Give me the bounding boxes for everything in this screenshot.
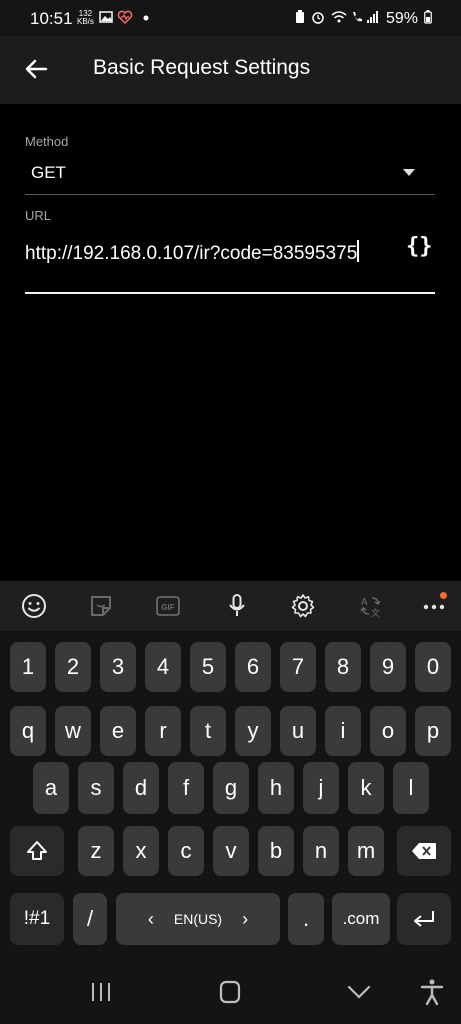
symbols-key[interactable]: !#1 xyxy=(10,893,64,945)
keyboard-toolbar: GIF A 文 xyxy=(0,581,461,631)
url-label: URL xyxy=(25,208,52,223)
key-5[interactable]: 5 xyxy=(190,642,226,692)
keyboard: GIF A 文 1234567890 qwertyuiop asdfghjkl zxc… xyxy=(0,581,461,1024)
text-cursor xyxy=(357,240,360,262)
signal-icon xyxy=(367,11,378,23)
dropdown-arrow-icon[interactable] xyxy=(403,169,415,176)
svg-text:文: 文 xyxy=(371,607,380,618)
key-e[interactable]: e xyxy=(100,706,136,756)
gallery-icon xyxy=(99,11,113,23)
language-left-arrow-icon: ‹ xyxy=(147,908,154,929)
key-u[interactable]: u xyxy=(280,706,316,756)
wifi-icon xyxy=(331,11,347,23)
battery-saver-icon xyxy=(296,10,304,23)
key-f[interactable]: f xyxy=(168,762,204,814)
notification-dot-icon xyxy=(143,15,149,21)
network-speed: 132 KB/s xyxy=(77,9,94,26)
health-heart-icon xyxy=(117,10,133,24)
method-underline xyxy=(25,194,435,195)
key-j[interactable]: j xyxy=(303,762,339,814)
battery-percent: 59% xyxy=(386,10,419,27)
status-bar: 10:51 132 KB/s 59% xyxy=(0,0,461,36)
key-4[interactable]: 4 xyxy=(145,642,181,692)
key-x[interactable]: x xyxy=(123,826,159,876)
key-0[interactable]: 0 xyxy=(415,642,451,692)
key-2[interactable]: 2 xyxy=(55,642,91,692)
key-b[interactable]: b xyxy=(258,826,294,876)
key-c[interactable]: c xyxy=(168,826,204,876)
key-g[interactable]: g xyxy=(213,762,249,814)
wifi-calling-icon xyxy=(353,12,362,22)
key-s[interactable]: s xyxy=(78,762,114,814)
alarm-icon xyxy=(312,12,324,24)
key-m[interactable]: m xyxy=(348,826,384,876)
variables-braces-button[interactable]: {} xyxy=(406,234,433,259)
key-9[interactable]: 9 xyxy=(370,642,406,692)
notification-badge xyxy=(440,592,447,599)
page-title: Basic Request Settings xyxy=(93,56,311,79)
key-v[interactable]: v xyxy=(213,826,249,876)
key-7[interactable]: 7 xyxy=(280,642,316,692)
key-3[interactable]: 3 xyxy=(100,642,136,692)
key-k[interactable]: k xyxy=(348,762,384,814)
key-i[interactable]: i xyxy=(325,706,361,756)
url-input[interactable]: http://192.168.0.107/ir?code=83595375 xyxy=(25,240,385,266)
key-1[interactable]: 1 xyxy=(10,642,46,692)
back-arrow-icon[interactable] xyxy=(20,52,54,86)
settings-gear-icon[interactable] xyxy=(290,593,316,619)
key-t[interactable]: t xyxy=(190,706,226,756)
shift-key[interactable] xyxy=(10,826,64,876)
accessibility-icon[interactable] xyxy=(417,978,447,1006)
backspace-icon xyxy=(412,843,436,859)
method-value: GET xyxy=(31,163,66,182)
url-text: http://192.168.0.107/ir?code=83595375 xyxy=(25,243,358,264)
space-bar[interactable]: ‹ EN(US) › xyxy=(116,893,280,945)
home-icon[interactable] xyxy=(215,978,245,1006)
language-label: EN(US) xyxy=(173,911,223,927)
key-w[interactable]: w xyxy=(55,706,91,756)
key-n[interactable]: n xyxy=(303,826,339,876)
shift-arrow-icon xyxy=(27,841,47,860)
key-y[interactable]: y xyxy=(235,706,271,756)
key-q[interactable]: q xyxy=(10,706,46,756)
clock: 10:51 xyxy=(30,9,73,28)
key-o[interactable]: o xyxy=(370,706,406,756)
key-6[interactable]: 6 xyxy=(235,642,271,692)
key-8[interactable]: 8 xyxy=(325,642,361,692)
dotcom-key[interactable]: .com xyxy=(332,893,390,945)
key-d[interactable]: d xyxy=(123,762,159,814)
gif-icon[interactable]: GIF xyxy=(155,593,181,619)
svg-text:GIF: GIF xyxy=(161,603,174,612)
key-p[interactable]: p xyxy=(415,706,451,756)
key-r[interactable]: r xyxy=(145,706,181,756)
navigation-bar xyxy=(0,960,461,1024)
key-z[interactable]: z xyxy=(78,826,114,876)
emoji-icon[interactable] xyxy=(21,593,47,619)
recent-apps-icon[interactable] xyxy=(86,978,116,1006)
backspace-key[interactable] xyxy=(397,826,451,876)
key-l[interactable]: l xyxy=(393,762,429,814)
app-bar: Basic Request Settings xyxy=(0,36,461,104)
svg-text:A: A xyxy=(361,597,368,608)
translate-icon[interactable]: A 文 xyxy=(358,593,384,619)
sticker-icon[interactable] xyxy=(88,593,114,619)
method-label: Method xyxy=(25,134,69,149)
microphone-icon[interactable] xyxy=(224,593,250,619)
enter-icon xyxy=(414,911,434,927)
key-h[interactable]: h xyxy=(258,762,294,814)
slash-key[interactable]: / xyxy=(73,893,107,945)
enter-key[interactable] xyxy=(397,893,451,945)
period-key[interactable]: . xyxy=(288,893,324,945)
battery-icon xyxy=(424,10,432,24)
hide-keyboard-icon[interactable] xyxy=(344,978,374,1006)
key-a[interactable]: a xyxy=(33,762,69,814)
url-underline xyxy=(25,292,435,294)
language-right-arrow-icon: › xyxy=(242,908,249,929)
method-dropdown[interactable] xyxy=(25,155,435,193)
